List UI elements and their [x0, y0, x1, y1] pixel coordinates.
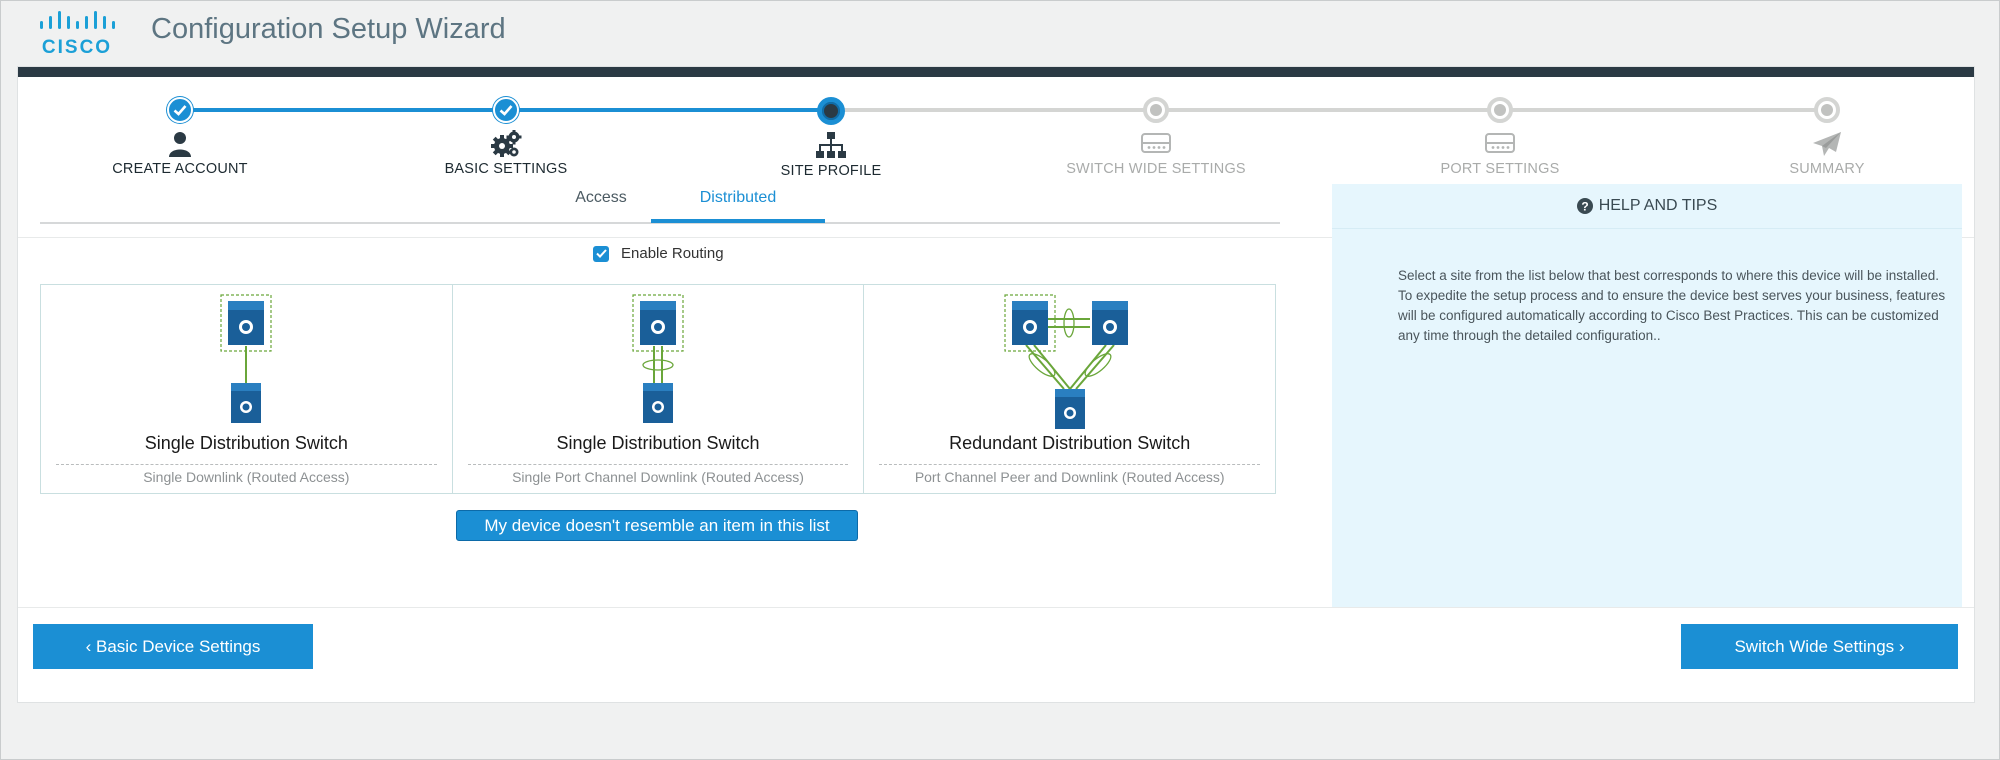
help-text: Select a site from the list below that b… [1398, 268, 1946, 343]
option-redundant-distribution[interactable]: Redundant Distribution Switch Port Chann… [864, 285, 1275, 493]
progress-track-remaining [831, 108, 1827, 112]
step-site-profile[interactable]: SITE PROFILE [691, 97, 971, 179]
step-switch-wide-settings[interactable]: SWITCH WIDE SETTINGS [1016, 97, 1296, 177]
step-summary[interactable]: SUMMARY [1687, 97, 1967, 177]
option-divider [56, 464, 437, 465]
option-subtitle: Single Port Channel Downlink (Routed Acc… [512, 469, 804, 485]
option-subtitle: Port Channel Peer and Downlink (Routed A… [914, 469, 1225, 485]
paper-plane-icon [1687, 129, 1967, 159]
step-label: BASIC SETTINGS [444, 161, 568, 177]
topology-options: Single Distribution Switch Single Downli… [40, 284, 1276, 494]
enable-routing-label: Enable Routing [621, 245, 724, 262]
app-header: CISCO Configuration Setup Wizard [1, 1, 2000, 65]
step-label: SUMMARY [1789, 161, 1865, 177]
back-button[interactable]: ‹ Basic Device Settings [33, 624, 313, 669]
next-button[interactable]: Switch Wide Settings › [1681, 624, 1958, 669]
wizard-card: CREATE ACCOUNT BASIC SETTINGS SITE PROFI… [17, 66, 1975, 703]
help-header: ? HELP AND TIPS [1332, 184, 1962, 229]
step-label: CREATE ACCOUNT [112, 161, 248, 177]
tab-distributed[interactable]: Distributed [651, 189, 825, 207]
device-not-listed-button[interactable]: My device doesn't resemble an item in th… [456, 510, 858, 541]
redundant-topology-diagram [1004, 294, 1128, 429]
site-type-tabs: Access Distributed [40, 177, 1280, 224]
option-single-distribution-single-downlink[interactable]: Single Distribution Switch Single Downli… [41, 285, 453, 493]
user-icon [40, 129, 320, 159]
step-port-settings[interactable]: PORT SETTINGS [1360, 97, 1640, 177]
access-switch-icon [231, 383, 262, 423]
switch-icon [1016, 129, 1296, 159]
distribution-switch-icon [1011, 301, 1048, 345]
step-create-account[interactable]: CREATE ACCOUNT [40, 97, 320, 177]
checkmark-icon [595, 249, 607, 258]
option-single-distribution-port-channel[interactable]: Single Distribution Switch Single Port C… [453, 285, 865, 493]
step-pending-indicator [1814, 97, 1840, 123]
sitemap-icon [691, 131, 971, 161]
distribution-switch-icon [640, 301, 676, 345]
enable-routing-row: Enable Routing [593, 245, 724, 262]
page-title: Configuration Setup Wizard [151, 13, 506, 45]
step-pending-indicator [1487, 97, 1513, 123]
cisco-logo: CISCO [37, 9, 127, 59]
port-channel-topology-diagram [632, 294, 684, 423]
option-divider [467, 464, 849, 465]
tab-access[interactable]: Access [551, 189, 651, 207]
option-subtitle: Single Downlink (Routed Access) [143, 469, 350, 485]
step-current-indicator [817, 97, 845, 125]
step-complete-check-icon [493, 97, 519, 123]
option-title: Redundant Distribution Switch [949, 433, 1191, 453]
question-circle-icon: ? [1576, 198, 1593, 214]
access-switch-icon [1054, 389, 1085, 429]
step-pending-indicator [1143, 97, 1169, 123]
active-tab-underline [651, 219, 825, 223]
switch-icon [1360, 129, 1640, 159]
footer-divider [18, 607, 1974, 608]
help-panel: ? HELP AND TIPS Select a site from the l… [1332, 184, 1962, 607]
single-downlink-topology-diagram [220, 294, 272, 423]
distribution-switch-icon [1091, 301, 1128, 345]
option-title: Single Distribution Switch [144, 433, 348, 453]
card-top-bar [18, 67, 1974, 77]
step-complete-check-icon [167, 97, 193, 123]
gears-icon [366, 129, 646, 159]
logo-text: CISCO [42, 37, 112, 58]
distribution-switch-icon [228, 301, 265, 345]
access-switch-icon [643, 383, 673, 423]
enable-routing-checkbox[interactable] [593, 245, 609, 262]
help-title: HELP AND TIPS [1598, 197, 1718, 214]
step-label: PORT SETTINGS [1440, 161, 1560, 177]
option-title: Single Distribution Switch [556, 433, 760, 453]
svg-text:?: ? [1581, 200, 1588, 214]
option-divider [879, 464, 1261, 465]
step-label: SWITCH WIDE SETTINGS [1066, 161, 1246, 177]
step-basic-settings[interactable]: BASIC SETTINGS [366, 97, 646, 177]
